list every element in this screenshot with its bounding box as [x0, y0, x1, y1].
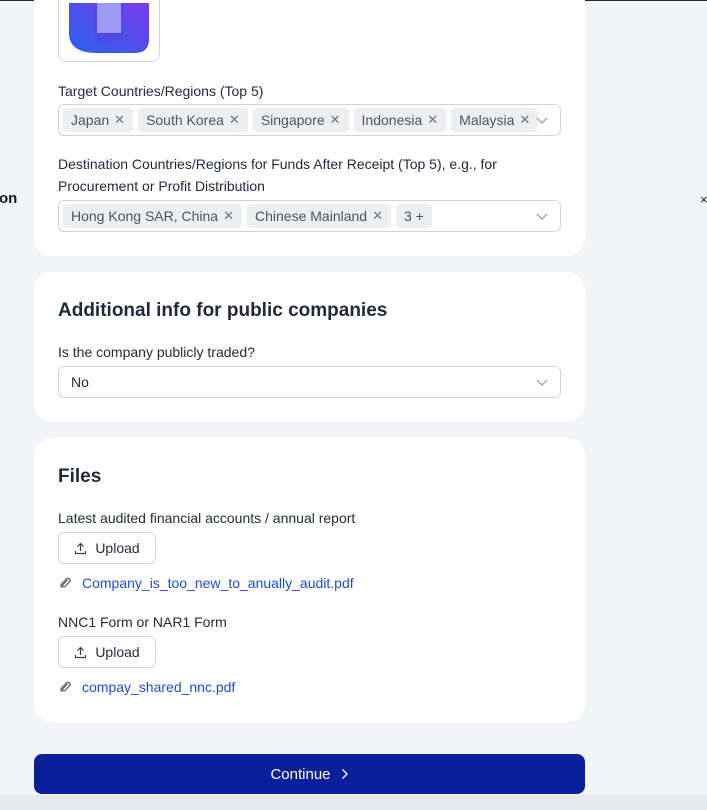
remove-chip-icon[interactable]: ✕: [372, 208, 383, 224]
chevron-right-icon: [341, 769, 348, 779]
remove-chip-icon[interactable]: ✕: [114, 112, 125, 128]
chip-south-korea: South Korea ✕: [138, 108, 248, 132]
audited-accounts-label: Latest audited financial accounts / annu…: [58, 510, 356, 526]
selected-value: No: [71, 374, 89, 390]
bottom-band: [0, 795, 707, 810]
files-card: Files Latest audited financial accounts …: [34, 438, 585, 722]
chip-chinese-mainland: Chinese Mainland ✕: [247, 204, 391, 228]
nnc1-form-label: NNC1 Form or NAR1 Form: [58, 614, 227, 630]
file-link-nnc1[interactable]: compay_shared_nnc.pdf: [58, 679, 235, 695]
offscreen-close-icon[interactable]: ×: [700, 192, 707, 207]
remove-chip-icon[interactable]: ✕: [519, 112, 530, 128]
target-countries-label: Target Countries/Regions (Top 5): [58, 83, 264, 99]
paperclip-icon: [60, 681, 71, 692]
company-logo[interactable]: [58, 0, 160, 62]
file-name: compay_shared_nnc.pdf: [82, 679, 236, 695]
chevron-down-icon[interactable]: [536, 376, 548, 388]
target-countries-select[interactable]: Japan ✕ South Korea ✕ Singapore ✕ Indonesia…: [58, 104, 561, 136]
chip-japan: Japan ✕: [63, 108, 134, 132]
paperclip-icon: [60, 577, 71, 588]
chip-singapore: Singapore ✕: [252, 108, 349, 132]
publicly-traded-label: Is the company publicly traded?: [58, 344, 255, 360]
upload-icon: [75, 646, 87, 658]
continue-label: Continue: [270, 765, 331, 783]
chip-hong-kong: Hong Kong SAR, China ✕: [63, 204, 242, 228]
destination-countries-label: Destination Countries/Regions for Funds …: [58, 156, 497, 194]
public-companies-card: Additional info for public companies Is …: [34, 272, 585, 422]
more-count-badge[interactable]: 3 +: [395, 204, 432, 228]
file-name: Company_is_too_new_to_anually_audit.pdf: [82, 575, 354, 591]
upload-label: Upload: [95, 540, 140, 556]
upload-audited-accounts-button[interactable]: Upload: [58, 532, 156, 564]
remove-chip-icon[interactable]: ✕: [223, 208, 234, 224]
remove-chip-icon[interactable]: ✕: [427, 112, 438, 128]
publicly-traded-select[interactable]: No: [58, 366, 561, 398]
company-info-card: Target Countries/Regions (Top 5) Japan ✕ …: [34, 0, 585, 256]
remove-chip-icon[interactable]: ✕: [229, 112, 240, 128]
upload-nnc1-button[interactable]: Upload: [58, 636, 156, 668]
destination-countries-select[interactable]: Hong Kong SAR, China ✕ Chinese Mainland ✕ …: [58, 200, 561, 232]
logo-image: [69, 3, 149, 53]
chip-indonesia: Indonesia ✕: [353, 108, 447, 132]
chip-malaysia: Malaysia ✕: [451, 108, 539, 132]
continue-button[interactable]: Continue: [34, 754, 585, 794]
upload-icon: [75, 542, 87, 554]
remove-chip-icon[interactable]: ✕: [330, 112, 341, 128]
chevron-down-icon[interactable]: [536, 114, 548, 126]
file-link-audited-accounts[interactable]: Company_is_too_new_to_anually_audit.pdf: [58, 575, 354, 591]
chevron-down-icon[interactable]: [536, 210, 548, 222]
upload-label: Upload: [95, 644, 140, 660]
section-title: Files: [58, 466, 102, 487]
offscreen-left-text: on: [0, 190, 18, 207]
section-title: Additional info for public companies: [58, 300, 388, 321]
